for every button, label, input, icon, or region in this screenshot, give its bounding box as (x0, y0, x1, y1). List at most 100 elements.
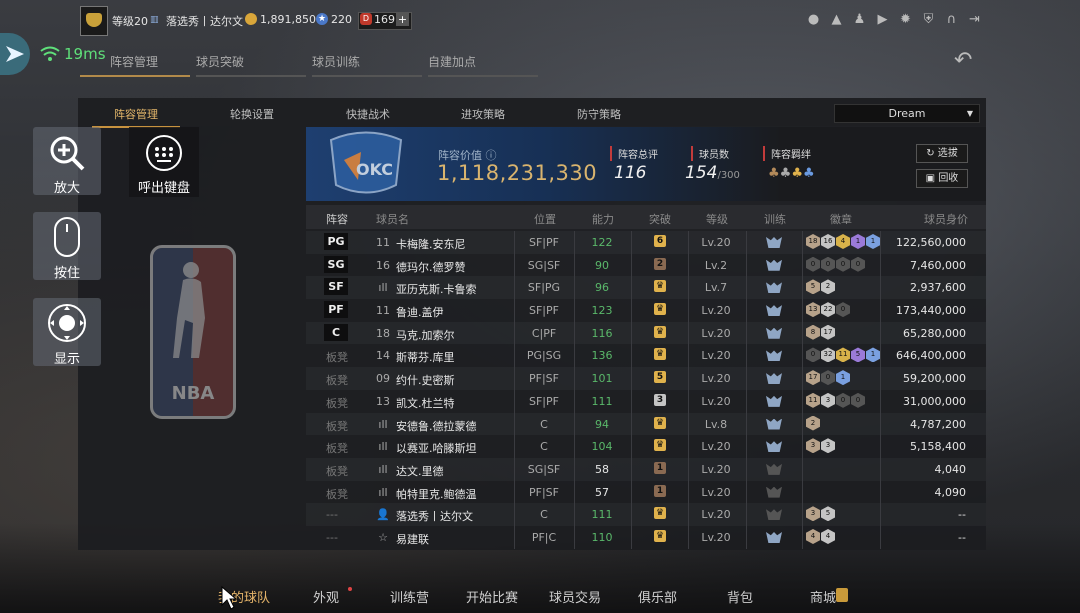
profile-icon[interactable]: ● (806, 12, 821, 27)
badge-list[interactable]: 44 (806, 528, 835, 544)
friends-icon[interactable]: ♟ (852, 12, 867, 27)
keyboard-button[interactable]: 呼出键盘 (129, 127, 199, 197)
player-name[interactable]: 达文.里德 (396, 463, 444, 479)
table-row[interactable]: 板凳 09 约什.史密斯 PF|SF 101 5 Lv.20 17 0 1 59,200,000 (306, 367, 986, 390)
bell-icon[interactable]: ▲ (829, 12, 844, 27)
player-name[interactable]: 易建联 (396, 531, 429, 547)
player-name[interactable]: 亚历克斯.卡鲁索 (396, 281, 477, 297)
player-value: 122,560,000 (896, 236, 966, 249)
col-position[interactable]: 位置 (534, 211, 556, 227)
badge-list[interactable]: 0 32 11 5 1 (806, 347, 880, 363)
add-ticket-button[interactable]: + (396, 13, 409, 26)
player-name[interactable]: 德玛尔.德罗赞 (396, 259, 466, 275)
player-name[interactable]: 约什.史密斯 (396, 372, 455, 388)
shield-icon[interactable]: ⛨ (921, 12, 936, 27)
column-divider (802, 389, 803, 413)
headset-icon[interactable]: ∩ (944, 12, 959, 27)
back-button[interactable]: ↶ (954, 48, 972, 73)
tab-breakthrough[interactable]: 球员突破 (196, 53, 306, 77)
badge-list[interactable]: 35 (806, 506, 835, 522)
subtab-defense[interactable]: 防守策略 (577, 106, 621, 122)
badge-list[interactable]: 8 17 (806, 324, 835, 340)
exit-icon[interactable]: ⇥ (967, 12, 982, 27)
gear-icon[interactable]: ✹ (898, 12, 913, 27)
column-divider (880, 367, 881, 390)
tab-training[interactable]: 球员训练 (312, 53, 422, 77)
player-name[interactable]: 落选秀丨达尔文 (396, 508, 473, 524)
badge-list[interactable]: 2 (806, 415, 820, 431)
table-row[interactable]: PF 11 鲁迪.盖伊 SF|PF 123 ♛ Lv.20 13 22 0 173,440,000 (306, 299, 986, 322)
wifi-icon (40, 46, 60, 61)
table-row[interactable]: --- ☆ 易建联 PF|C 110 ♛ Lv.20 4 4 -- (306, 525, 986, 549)
table-row[interactable]: --- 👤 落选秀丨达尔文 C 111 ♛ Lv.20 3 5 -- (306, 503, 986, 526)
recycle-button[interactable]: ▣ 回收 (916, 169, 968, 188)
badge-list[interactable]: 18 16 4 1 1 (806, 234, 880, 249)
table-row[interactable]: 板凳 ıll 达文.里德 SG|SF 58 1 Lv.20 4,040 (306, 457, 986, 481)
player-name[interactable]: 马克.加索尔 (396, 327, 455, 343)
show-button[interactable]: 显示 (33, 298, 101, 367)
col-value[interactable]: 球员身价 (924, 211, 968, 227)
table-row[interactable]: 板凳 ıll 以赛亚.哈滕斯坦 C 104 ♛ Lv.20 3 3 5,158,400 (306, 435, 986, 458)
mouse-icon (54, 217, 80, 257)
badge-list[interactable]: 33 (806, 438, 835, 454)
top-bar: 等级20 ▥ 落选秀丨达尔文 1,891,850 ★ 220 D 169 + ●… (0, 0, 1080, 40)
video-icon[interactable]: ▶ (875, 12, 890, 27)
zoom-button[interactable]: 放大 (33, 127, 101, 196)
nav-club[interactable]: 俱乐部 (638, 587, 677, 606)
subtab-offense[interactable]: 进攻策略 (461, 106, 505, 122)
jersey-number: ıll (378, 281, 388, 295)
badge-list[interactable]: 52 (806, 279, 835, 295)
table-row[interactable]: SG 16 德玛尔.德罗赞 SG|SF 90 2 Lv.2 0 0 0 0 7,460,000 (306, 253, 986, 277)
col-level[interactable]: 等级 (706, 211, 728, 227)
lineup-select[interactable]: Dream ▼ (834, 104, 980, 123)
nav-shop[interactable]: 商城 (810, 587, 836, 606)
player-name[interactable]: 以赛亚.哈滕斯坦 (396, 440, 477, 456)
col-badges[interactable]: 徽章 (830, 211, 852, 227)
column-divider (880, 253, 881, 277)
nav-start-game[interactable]: 开始比赛 (466, 587, 518, 606)
subtab-rotation[interactable]: 轮换设置 (230, 106, 274, 122)
tab-custom-points[interactable]: 自建加点 (428, 53, 538, 77)
badge-list[interactable]: 11 3 0 0 (806, 392, 865, 408)
badge-list[interactable]: 0000 (806, 256, 865, 272)
press-button[interactable]: 按住 (33, 212, 101, 281)
subtab-lineup[interactable]: 阵容管理 (92, 106, 180, 128)
table-row[interactable]: 板凳 13 凯文.杜兰特 SF|PF 111 3 Lv.20 11 3 0 0 31,000,000 (306, 389, 986, 413)
player-name[interactable]: 安德鲁.德拉蒙德 (396, 418, 477, 434)
shop-badge-icon (836, 588, 848, 602)
col-ability[interactable]: 能力 (592, 211, 614, 227)
player-name[interactable]: 帕特里克.鲍德温 (396, 486, 477, 502)
nav-training-camp[interactable]: 训练营 (390, 587, 429, 606)
table-row[interactable]: 板凳 ıll 帕特里克.鲍德温 PF|SF 57 1 Lv.20 4,090 (306, 480, 986, 504)
tab-lineup-management[interactable]: 阵容管理 (80, 53, 190, 77)
column-divider (802, 480, 803, 504)
training-crown-icon (766, 463, 782, 475)
breakthrough-badge: ♛ (654, 529, 666, 542)
player-name[interactable]: 凯文.杜兰特 (396, 395, 455, 411)
player-name[interactable]: 鲁迪.盖伊 (396, 304, 444, 320)
col-breakthrough[interactable]: 突破 (649, 211, 671, 227)
badge-icon: 18 (806, 234, 820, 249)
tab-label: 自建加点 (428, 55, 477, 69)
pick-button[interactable]: ↻ 选拔 (916, 144, 968, 163)
table-row[interactable]: PG 11 卡梅隆.安东尼 SF|PF 122 6 Lv.20 18 16 4 1 1 122,560,… (306, 231, 986, 254)
nav-player-trade[interactable]: 球员交易 (549, 587, 601, 606)
table-row[interactable]: 板凳 14 斯蒂芬.库里 PG|SG 136 ♛ Lv.20 0 32 11 5 1 646,400,0… (306, 344, 986, 368)
table-row[interactable]: C 18 马克.加索尔 C|PF 116 ♛ Lv.20 8 17 65,280,000 (306, 321, 986, 345)
player-name[interactable]: 斯蒂芬.库里 (396, 349, 455, 365)
player-position: PF|SF (529, 372, 559, 386)
col-training[interactable]: 训练 (764, 211, 786, 227)
player-name[interactable]: 卡梅隆.安东尼 (396, 236, 466, 252)
bond-icons[interactable]: ♣♣♣♣ (768, 166, 815, 181)
table-row[interactable]: 板凳 ıll 安德鲁.德拉蒙德 C 94 ♛ Lv.8 2 4,787,200 (306, 412, 986, 436)
badge-list[interactable]: 13 22 0 (806, 302, 850, 318)
breakthrough-badge: 6 (654, 235, 666, 247)
nav-backpack[interactable]: 背包 (727, 587, 753, 606)
badge-list[interactable]: 17 0 1 (806, 370, 850, 386)
col-lineup[interactable]: 阵容 (326, 211, 348, 227)
subtab-quick-tactics[interactable]: 快捷战术 (346, 106, 390, 122)
col-name[interactable]: 球员名 (376, 211, 409, 227)
table-row[interactable]: SF ıll 亚历克斯.卡鲁索 SF|PG 96 ♛ Lv.7 5 2 2,937,600 (306, 276, 986, 300)
nav-appearance[interactable]: 外观 (313, 587, 339, 606)
avatar[interactable] (80, 6, 108, 36)
